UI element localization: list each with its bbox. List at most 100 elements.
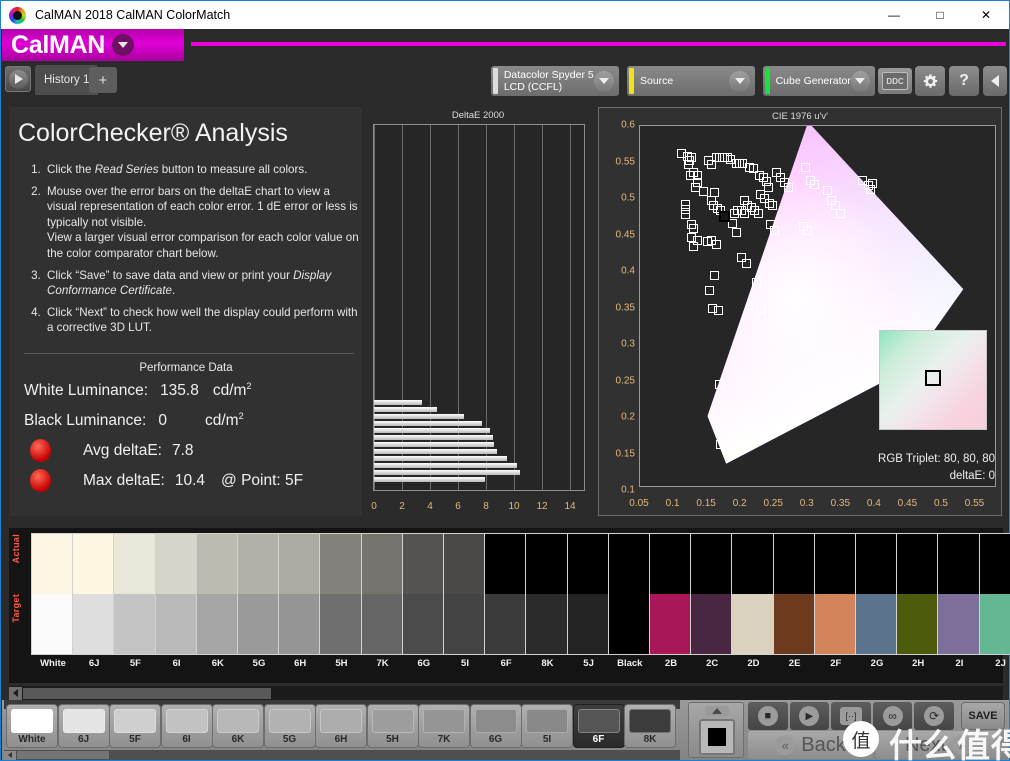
- play-button[interactable]: ▶: [790, 702, 830, 730]
- deltae-bar[interactable]: [374, 414, 464, 419]
- meter-patch-control[interactable]: [688, 702, 744, 758]
- deltae-bar[interactable]: [374, 407, 437, 412]
- minimize-button[interactable]: —: [871, 1, 917, 29]
- back-button[interactable]: « Back: [748, 731, 873, 759]
- deltae-bar[interactable]: [374, 477, 485, 482]
- comparator-swatch[interactable]: [690, 533, 734, 655]
- deltae-bar[interactable]: [374, 400, 422, 405]
- comparator-swatch[interactable]: [525, 533, 569, 655]
- comparator-swatch[interactable]: [979, 533, 1010, 655]
- read-series-button[interactable]: [··]: [831, 702, 871, 730]
- scrollbar-thumb[interactable]: [23, 688, 271, 699]
- comparator-swatch[interactable]: [896, 533, 940, 655]
- deltae-bar[interactable]: [374, 463, 517, 468]
- ddc-button[interactable]: DDC: [878, 68, 912, 94]
- deltae-chart[interactable]: DeltaE 2000 02468101214: [364, 107, 592, 516]
- comparator-swatch[interactable]: [608, 533, 652, 655]
- comparator-swatch[interactable]: [731, 533, 775, 655]
- cie-point[interactable]: [836, 209, 845, 218]
- patch-scrollbar[interactable]: [4, 750, 680, 760]
- comparator-swatch[interactable]: [278, 533, 322, 655]
- comparator-swatch[interactable]: [402, 533, 446, 655]
- comparator-swatch[interactable]: [319, 533, 363, 655]
- cie-plot-area[interactable]: [639, 125, 996, 487]
- chevron-left-icon[interactable]: [4, 751, 16, 760]
- comparator-swatch[interactable]: [113, 533, 157, 655]
- cie-point[interactable]: [866, 185, 875, 194]
- deltae-bar[interactable]: [374, 470, 520, 475]
- comparator-swatch[interactable]: [237, 533, 281, 655]
- comparator-swatch[interactable]: [855, 533, 899, 655]
- play-icon[interactable]: [5, 66, 31, 92]
- chevron-left-icon[interactable]: [9, 687, 22, 700]
- comparator-swatch[interactable]: [31, 533, 75, 655]
- comparator-swatch[interactable]: [814, 533, 858, 655]
- comparator-scrollbar[interactable]: [9, 686, 1003, 700]
- cie-point[interactable]: [768, 201, 777, 210]
- chevron-down-icon[interactable]: [851, 71, 870, 92]
- cie-point[interactable]: [823, 186, 832, 195]
- cie-point[interactable]: [705, 286, 714, 295]
- next-button[interactable]: Next »: [876, 731, 1001, 759]
- continuous-button[interactable]: ∞: [873, 702, 913, 730]
- calman-menu-button[interactable]: CalMAN: [2, 29, 184, 61]
- comparator-swatch[interactable]: [484, 533, 528, 655]
- cie-point[interactable]: [742, 259, 751, 268]
- cie-point[interactable]: [732, 228, 741, 237]
- cie-point[interactable]: [689, 224, 698, 233]
- comparator-swatch[interactable]: [567, 533, 611, 655]
- cie-selected-point[interactable]: [719, 211, 730, 222]
- cie-point[interactable]: [752, 278, 761, 287]
- generator-selector[interactable]: Cube Generator: [763, 66, 875, 96]
- settings-button[interactable]: [915, 66, 945, 96]
- patch-button[interactable]: 6I: [161, 704, 213, 748]
- cie-point[interactable]: [757, 313, 766, 322]
- cie-point[interactable]: [803, 226, 812, 235]
- source-selector[interactable]: Source: [627, 66, 755, 96]
- chevron-up-icon[interactable]: [705, 706, 729, 716]
- comparator-swatch[interactable]: [649, 533, 693, 655]
- deltae-bar[interactable]: [374, 428, 490, 433]
- patch-button[interactable]: 8K: [624, 704, 676, 748]
- cie-point[interactable]: [810, 180, 819, 189]
- meter-selector[interactable]: Datacolor Spyder 5 LCD (CCFL): [491, 66, 619, 96]
- comparator-swatch[interactable]: [937, 533, 981, 655]
- patch-button[interactable]: 5G: [264, 704, 316, 748]
- deltae-bar[interactable]: [374, 442, 494, 447]
- cie-point[interactable]: [699, 187, 708, 196]
- cie-point[interactable]: [801, 163, 810, 172]
- patch-button[interactable]: 5I: [521, 704, 573, 748]
- patch-button[interactable]: 6F: [573, 704, 625, 748]
- comparator-swatch[interactable]: [72, 533, 116, 655]
- patch-button[interactable]: 6K: [212, 704, 264, 748]
- deltae-bar[interactable]: [374, 421, 482, 426]
- cie-point[interactable]: [712, 240, 721, 249]
- comparator-swatch[interactable]: [196, 533, 240, 655]
- patch-button[interactable]: 6J: [58, 704, 110, 748]
- chevron-down-icon[interactable]: [729, 71, 750, 92]
- patch-button[interactable]: 5F: [109, 704, 161, 748]
- comparator-swatch[interactable]: [361, 533, 405, 655]
- patch-button[interactable]: 7K: [418, 704, 470, 748]
- cie-chart[interactable]: CIE 1976 u'v': [598, 107, 1002, 516]
- cie-point[interactable]: [716, 440, 725, 449]
- patch-button[interactable]: 6G: [470, 704, 522, 748]
- cie-point[interactable]: [754, 209, 763, 218]
- deltae-plot-area[interactable]: [373, 124, 585, 491]
- cie-point[interactable]: [784, 183, 793, 192]
- maximize-button[interactable]: □: [917, 1, 963, 29]
- cie-point[interactable]: [715, 380, 724, 389]
- cie-point[interactable]: [710, 271, 719, 280]
- cie-point[interactable]: [714, 306, 723, 315]
- patch-square-icon[interactable]: [699, 719, 735, 755]
- close-button[interactable]: ✕: [963, 1, 1009, 29]
- deltae-bar[interactable]: [374, 456, 507, 461]
- collapse-panel-button[interactable]: [983, 66, 1007, 96]
- cie-point[interactable]: [689, 242, 698, 251]
- refresh-button[interactable]: ⟳: [914, 702, 954, 730]
- chevron-down-icon[interactable]: [112, 34, 134, 56]
- comparator-swatch[interactable]: [443, 533, 487, 655]
- comparator-swatch[interactable]: [773, 533, 817, 655]
- patch-button[interactable]: 5H: [367, 704, 419, 748]
- chevron-down-icon[interactable]: [594, 71, 614, 92]
